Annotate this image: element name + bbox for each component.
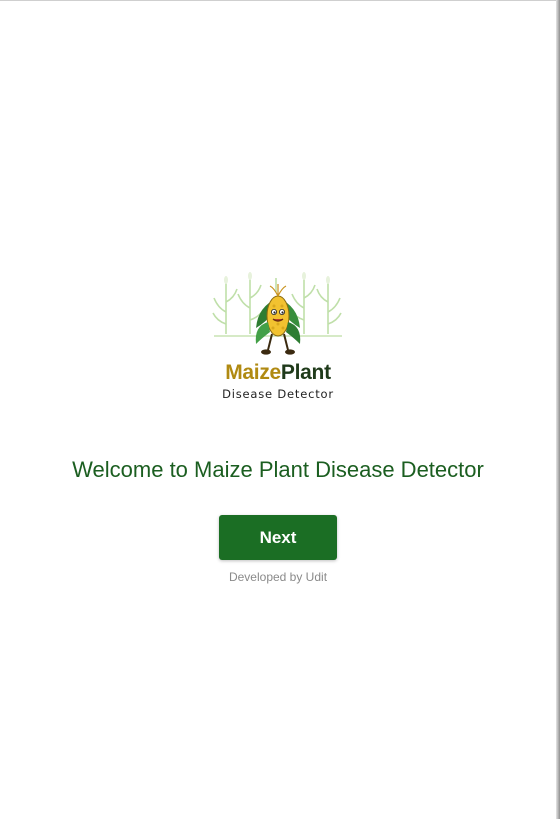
app-brand: MaizePlant Disease Detector — [208, 360, 348, 402]
brand-name: MaizePlant — [208, 360, 348, 386]
maize-plant-logo-icon — [212, 272, 342, 355]
welcome-heading: Welcome to Maize Plant Disease Detector — [72, 457, 484, 482]
developer-credit: Developed by Udit — [228, 570, 328, 584]
brand-subtitle: Disease Detector — [222, 387, 334, 401]
brand-name-plant: Plant — [280, 361, 331, 384]
next-button[interactable]: Next — [219, 515, 337, 560]
window-top-border — [0, 0, 560, 1]
brand-name-maize: Maize — [225, 361, 281, 384]
window-right-edge — [556, 0, 560, 819]
